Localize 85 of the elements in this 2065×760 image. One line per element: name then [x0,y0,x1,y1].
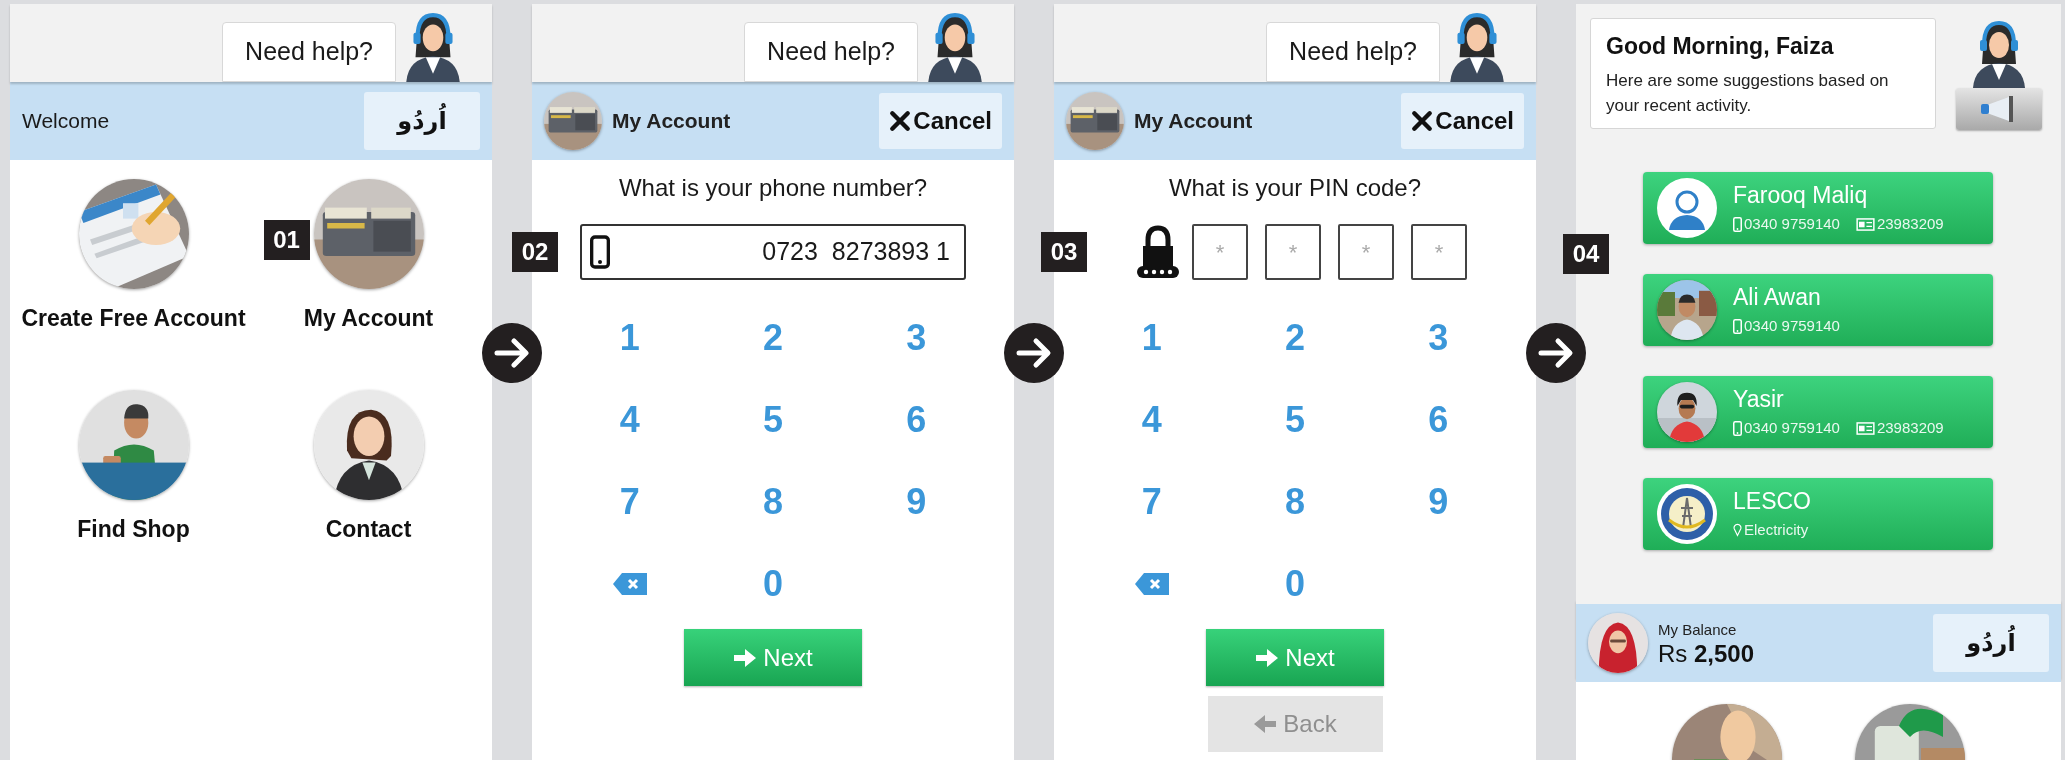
phone-icon [1733,318,1742,334]
balance-amount: Rs 2,500 [1658,641,1755,668]
cancel-button[interactable]: Cancel [879,93,1002,149]
tile-label[interactable]: Find Shop [77,511,190,546]
id-card-icon [1855,421,1875,435]
contact-name: Farooq Maliq [1733,180,1869,209]
step-badge: 02 [512,232,558,272]
step-badge: 04 [1563,234,1609,274]
keypad-key[interactable]: 5 [1276,393,1313,447]
step-badge: 03 [1041,232,1087,272]
language-button[interactable]: اُردُو [1933,614,2049,672]
keypad-key[interactable]: 4 [611,393,648,447]
keypad-key[interactable]: 0 [1276,557,1313,611]
phone-icon [590,235,610,269]
contact-name: LESCO [1733,486,1811,515]
next-button[interactable]: Next [684,629,862,686]
keypad-key[interactable]: 1 [611,311,648,365]
emblem-icon [1657,484,1717,544]
screen-title: My Account [1134,108,1253,135]
keypad-key[interactable]: 2 [1276,311,1313,365]
contact-card[interactable]: LESCO Electricity [1643,478,1993,550]
phone-icon [1733,420,1742,436]
phone-number: 0340 9759140 [1744,315,1840,336]
backspace-icon[interactable] [611,572,648,596]
id-card-icon [1855,217,1875,231]
backspace-icon[interactable] [1133,572,1170,596]
keypad-key[interactable]: 0 [754,557,791,611]
keypad-key[interactable]: 7 [1133,475,1170,529]
help-bubble[interactable]: Need help? [744,22,918,82]
help-bubble[interactable]: Need help? [222,22,396,82]
greeting-title: Good Morning, Faiza [1606,32,1835,61]
announcement-button[interactable] [1956,88,2042,130]
step-badge: 01 [263,220,310,260]
tile-label[interactable]: My Account [303,301,434,336]
phone-field[interactable]: 0723 8273893 1 [580,224,966,280]
pin-box[interactable]: * [1338,224,1394,280]
keypad-key[interactable]: 4 [1133,393,1170,447]
keypad-key[interactable]: 7 [611,475,648,529]
location-pin-icon [1733,523,1742,537]
contact-name: Yasir [1733,384,1785,413]
pin-box[interactable]: * [1411,224,1467,280]
arrow-icon [733,647,758,668]
category-text: Electricity [1744,519,1809,540]
contact-card[interactable]: Farooq Maliq 0340 9759140 23983209 [1643,172,1993,244]
keypad-key[interactable]: 5 [754,393,791,447]
question-text: What is your PIN code? [1167,173,1423,203]
contact-card[interactable]: Ali Awan 0340 9759140 [1643,274,1993,346]
language-button[interactable]: اُردُو [364,92,480,150]
next-button[interactable]: Next [1206,629,1384,686]
keypad-key[interactable]: 8 [1276,475,1313,529]
help-bubble[interactable]: Need help? [1266,22,1440,82]
cancel-button[interactable]: Cancel [1401,93,1524,149]
screen-title: Welcome [22,108,110,135]
phone-number: 0340 9759140 [1744,213,1840,234]
lock-icon [1135,224,1181,280]
greeting-text: Here are some suggestions based on your recent activity. [1606,69,1890,117]
balance-label: My Balance [1658,619,1738,640]
arrow-icon [1253,714,1278,734]
user-icon [1657,178,1717,238]
close-icon [889,110,912,132]
tile-label[interactable]: Create Free Account [21,301,246,336]
keypad-key[interactable]: 2 [754,311,791,365]
close-icon [1411,110,1434,132]
phone-number: 0340 9759140 [1744,417,1840,438]
keypad-key[interactable]: 8 [754,475,791,529]
keypad-key[interactable]: 3 [1420,311,1457,365]
id-number: 23983209 [1876,417,1944,438]
keypad-key[interactable]: 3 [898,311,935,365]
phone-icon [1733,216,1742,232]
keypad-key[interactable]: 6 [898,393,935,447]
contact-name: Ali Awan [1733,282,1822,311]
screen-title: My Account [612,108,731,135]
keypad-key[interactable]: 6 [1420,393,1457,447]
arrow-icon [1255,647,1280,668]
question-text: What is your phone number? [617,173,929,203]
contact-card[interactable]: Yasir 0340 9759140 23983209 [1643,376,1993,448]
pin-box[interactable]: * [1265,224,1321,280]
tile-label[interactable]: Contact [325,511,412,546]
back-button: Back [1207,696,1383,752]
keypad-key[interactable]: 1 [1133,311,1170,365]
keypad-key[interactable]: 9 [898,475,935,529]
keypad-key[interactable]: 9 [1420,475,1457,529]
field-value: 0723 8273893 1 [762,236,951,268]
id-number: 23983209 [1876,213,1944,234]
pin-box[interactable]: * [1192,224,1248,280]
